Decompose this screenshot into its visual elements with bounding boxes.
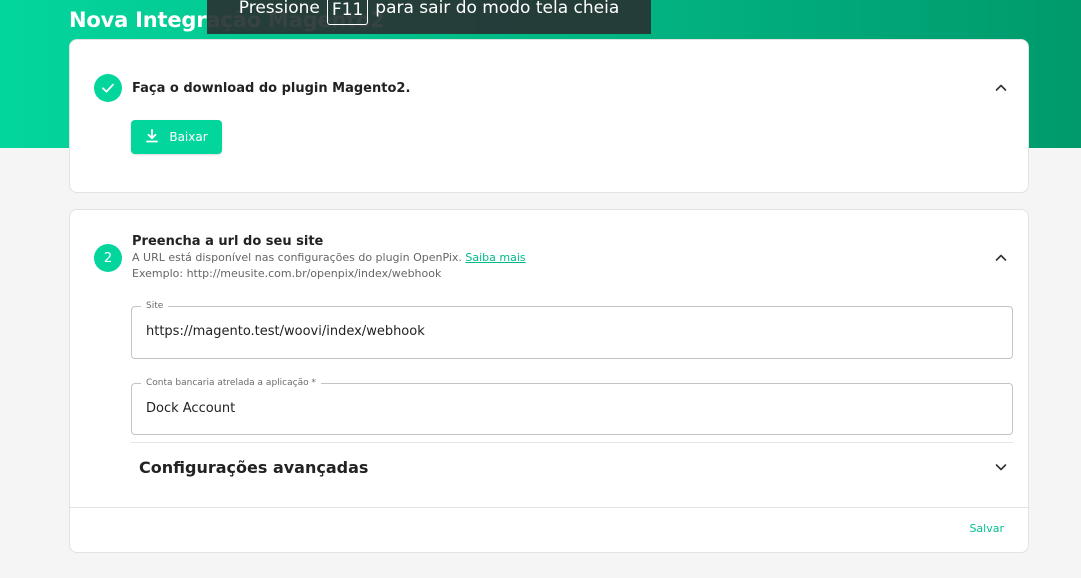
site-input-value[interactable]: https://magento.test/woovi/index/webhook xyxy=(146,324,425,339)
save-button[interactable]: Salvar xyxy=(969,522,1004,535)
chevron-down-icon[interactable] xyxy=(993,459,1009,475)
site-input[interactable]: Site https://magento.test/woovi/index/we… xyxy=(131,300,1013,359)
step1-title: Faça o download do plugin Magento2. xyxy=(132,81,411,96)
download-button[interactable]: Baixar xyxy=(131,120,222,154)
site-input-label: Site xyxy=(141,300,169,312)
footer-divider xyxy=(70,507,1028,508)
step2-title: Preencha a url do seu site xyxy=(132,234,324,249)
bank-account-select[interactable]: Conta bancaria atrelada a aplicação * Do… xyxy=(131,377,1013,435)
fullscreen-notice: Pressione F11 para sair do modo tela che… xyxy=(207,0,651,34)
step1-card: Faça o download do plugin Magento2. Baix… xyxy=(69,39,1029,193)
fullscreen-notice-suffix: para sair do modo tela cheia xyxy=(375,0,620,18)
chevron-up-icon[interactable] xyxy=(993,250,1009,266)
bank-account-value[interactable]: Dock Account xyxy=(146,401,235,416)
fullscreen-notice-key: F11 xyxy=(326,0,369,25)
download-button-label: Baixar xyxy=(169,130,208,144)
step2-description-text: A URL está disponível nas configurações … xyxy=(132,251,462,264)
step2-description: A URL está disponível nas configurações … xyxy=(132,250,526,265)
step2-card: 2 Preencha a url do seu site A URL está … xyxy=(69,209,1029,553)
check-icon xyxy=(94,74,122,102)
divider xyxy=(131,442,1013,443)
download-icon xyxy=(145,128,159,146)
step2-example: Exemplo: http://meusite.com.br/openpix/i… xyxy=(132,267,442,280)
fullscreen-notice-prefix: Pressione xyxy=(238,0,320,18)
learn-more-link[interactable]: Saiba mais xyxy=(465,251,525,264)
advanced-settings-toggle[interactable]: Configurações avançadas xyxy=(139,458,368,477)
bank-account-label: Conta bancaria atrelada a aplicação * xyxy=(141,377,321,389)
step2-number-badge: 2 xyxy=(94,244,122,272)
chevron-up-icon[interactable] xyxy=(993,80,1009,96)
